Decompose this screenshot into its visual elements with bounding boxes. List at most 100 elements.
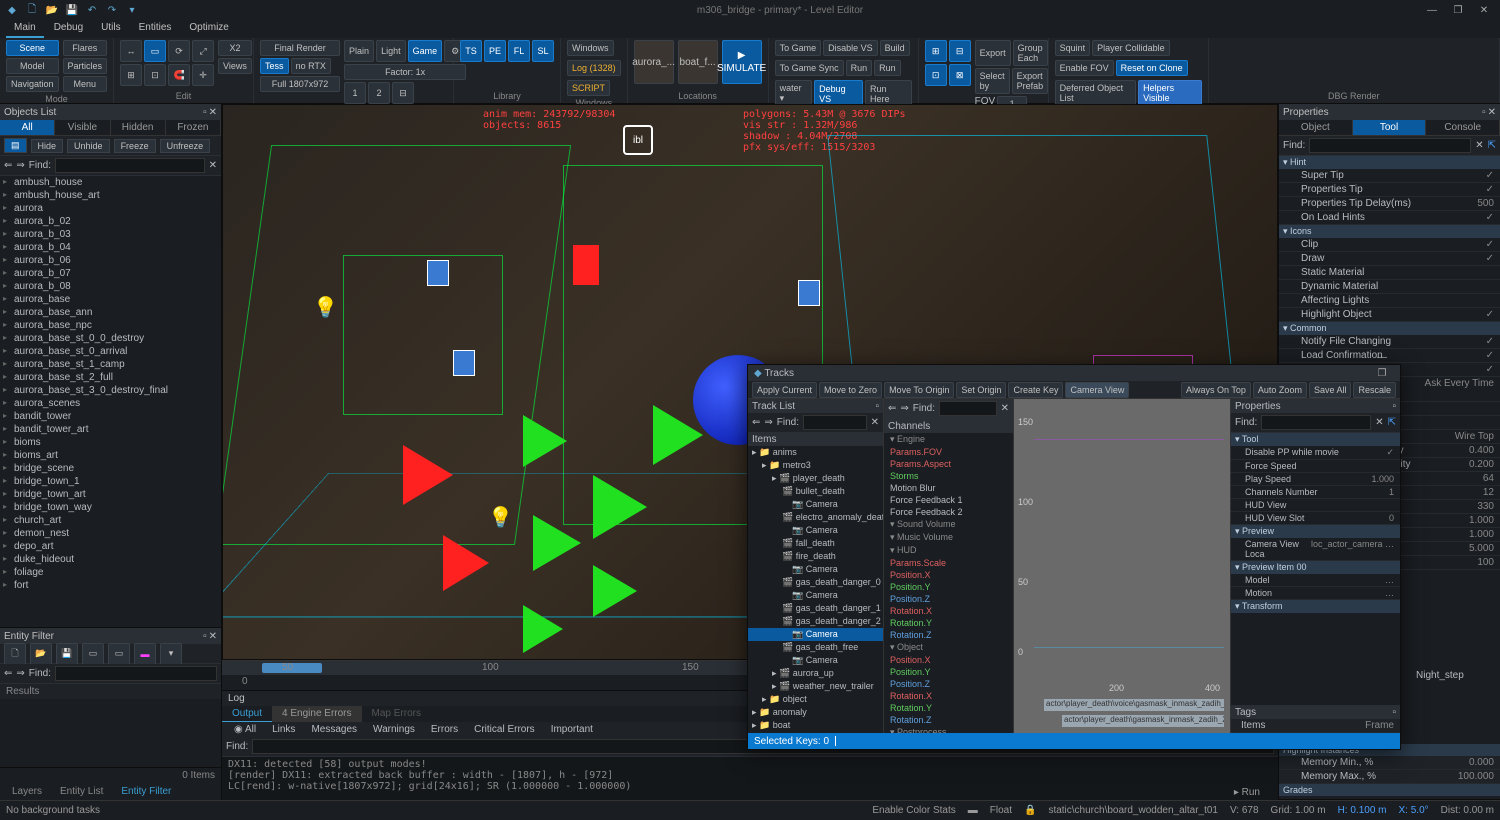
prop-find-input[interactable] (1309, 138, 1471, 153)
tracks-min-icon[interactable]: — (1370, 349, 1394, 365)
track-item[interactable]: 🎬 gas_death_danger_2 (748, 615, 883, 628)
resolution-button[interactable]: Full 1807x972 (260, 76, 340, 92)
channel-item[interactable]: Position.X (884, 569, 1013, 581)
track-item[interactable]: 🎬 gas_death_danger_1 (748, 602, 883, 615)
to-game-button[interactable]: To Game (775, 40, 822, 56)
clear-icon[interactable]: ✕ (1001, 403, 1009, 414)
channel-item[interactable]: ▾ HUD (884, 544, 1013, 557)
tracks-tb-button[interactable]: Save All (1309, 382, 1352, 398)
qat-redo-icon[interactable]: ↷ (104, 2, 120, 18)
tree-item[interactable]: bioms_art (0, 449, 221, 462)
tree-item[interactable]: demon_nest (0, 527, 221, 540)
prev-icon[interactable]: ⇐ (4, 668, 12, 679)
log-filter[interactable]: Critical Errors (468, 724, 541, 735)
tracks-tb-button[interactable]: Always On Top (1181, 382, 1251, 398)
log-filter[interactable]: Errors (425, 724, 464, 735)
objects-find-input[interactable] (55, 158, 205, 173)
light-icon[interactable]: 💡 (313, 295, 338, 320)
prop-row[interactable]: Properties Tip Delay(ms)500 (1279, 197, 1500, 211)
tree-item[interactable]: bridge_town_1 (0, 475, 221, 488)
prop-row[interactable]: Disable PP while movie✓ (1231, 446, 1400, 460)
channel-item[interactable]: ▾ Postprocess (884, 726, 1013, 733)
log-filter[interactable]: Warnings (367, 724, 421, 735)
r2-icon[interactable]: 2 (368, 82, 390, 104)
magnet-icon[interactable]: 🧲 (168, 64, 190, 86)
mode-particles[interactable]: Particles (63, 58, 108, 74)
menu-main[interactable]: Main (6, 20, 44, 38)
simulate-button[interactable]: ▶SIMULATE (722, 40, 762, 84)
ef5-icon[interactable]: ▭ (108, 643, 130, 665)
track-item[interactable]: ▸ 📁 anims (748, 446, 883, 459)
tree-item[interactable]: aurora_base_ann (0, 306, 221, 319)
pin-icon[interactable]: ▫ (1392, 401, 1396, 412)
group-each-button[interactable]: Group Each (1013, 40, 1049, 66)
pin-icon[interactable]: ▫ (1482, 107, 1486, 118)
debug-vs-button[interactable]: Debug VS (814, 80, 863, 107)
qat-dropdown-icon[interactable]: ▾ (124, 2, 140, 18)
track-item[interactable]: 🎬 bullet_death (748, 485, 883, 498)
prop-row[interactable]: Static Material (1279, 266, 1500, 280)
lib-pe-icon[interactable]: PE (484, 40, 506, 62)
tracks-tb-button[interactable]: Create Key (1008, 382, 1063, 398)
bottom-tab[interactable]: Entity Filter (113, 785, 179, 798)
link-icon[interactable]: ⇱ (1488, 140, 1496, 151)
prop-tab-tool[interactable]: Tool (1353, 120, 1427, 135)
tree-item[interactable]: ambush_house_art (0, 189, 221, 202)
channel-item[interactable]: Rotation.X (884, 605, 1013, 617)
mode-scene[interactable]: Scene (6, 40, 59, 56)
prop-row[interactable]: Motion… (1231, 587, 1400, 600)
track-item[interactable]: ▸ 📁 object (748, 693, 883, 706)
audio-clip[interactable]: actor\player_death\voice\gasmask_inmask_… (1044, 699, 1224, 711)
channel-item[interactable]: Storms (884, 470, 1013, 482)
pin-icon[interactable]: ▫ (1392, 707, 1396, 718)
mode-navigation[interactable]: Navigation (6, 76, 59, 92)
tree-item[interactable]: aurora_scenes (0, 397, 221, 410)
next-icon[interactable]: ⇒ (900, 403, 908, 414)
track-item[interactable]: ▸ 🎬 aurora_up (748, 667, 883, 680)
log-filter[interactable]: Messages (305, 724, 363, 735)
unhide-button[interactable]: Unhide (67, 139, 110, 153)
ef6-icon[interactable]: ▬ (134, 643, 156, 665)
channel-item[interactable]: Position.Y (884, 666, 1013, 678)
mode-menu[interactable]: Menu (63, 76, 108, 92)
clear-icon[interactable]: ✕ (871, 417, 879, 428)
tree-item[interactable]: fort (0, 579, 221, 592)
ef-find-input[interactable] (55, 666, 217, 681)
prop-row[interactable]: Camera View Localoc_actor_camera … (1231, 538, 1400, 561)
lib-ts-icon[interactable]: TS (460, 40, 482, 62)
tree-item[interactable]: aurora_b_06 (0, 254, 221, 267)
channel-item[interactable]: Rotation.Y (884, 702, 1013, 714)
tracks-tb-button[interactable]: Camera View (1065, 382, 1129, 398)
tree-item[interactable]: ambush_house (0, 176, 221, 189)
channel-item[interactable]: Position.Y (884, 581, 1013, 593)
deferred-obj-button[interactable]: Deferred Object List (1055, 80, 1137, 106)
rtx-button[interactable]: no RTX (291, 58, 331, 74)
tree-item[interactable]: aurora_base_st_1_camp (0, 358, 221, 371)
prop-row[interactable]: Dynamic Material (1279, 280, 1500, 294)
x2-button[interactable]: X2 (218, 40, 252, 56)
select-icon[interactable]: ▭ (144, 40, 166, 62)
link-icon[interactable]: ⇱ (1388, 417, 1396, 428)
tree-item[interactable]: aurora_base_st_0_0_destroy (0, 332, 221, 345)
track-item[interactable]: ▸ 🎬 player_death (748, 472, 883, 485)
enable-fov-button[interactable]: Enable FOV (1055, 60, 1114, 76)
tracks-tb-button[interactable]: Apply Current (752, 382, 817, 398)
prop-row[interactable]: Force Speed (1231, 460, 1400, 473)
prev-icon[interactable]: ⇐ (752, 417, 760, 428)
log-tab[interactable]: Map Errors (362, 706, 431, 722)
angle-value[interactable]: X: 5.0° (1399, 805, 1429, 816)
next-icon[interactable]: ⇒ (764, 417, 772, 428)
menu-debug[interactable]: Debug (46, 20, 91, 38)
g4-icon[interactable]: ⊠ (949, 64, 971, 86)
pin-icon[interactable]: ▫ (875, 401, 879, 412)
tree-item[interactable]: bridge_town_art (0, 488, 221, 501)
channel-item[interactable]: Params.Aspect (884, 458, 1013, 470)
tree-item[interactable]: aurora_b_04 (0, 241, 221, 254)
close-icon[interactable]: ✕ (1472, 2, 1496, 18)
track-item[interactable]: 📷 Camera (748, 589, 883, 602)
run-link[interactable]: Run (1242, 787, 1260, 798)
ol-tab-all[interactable]: All (0, 120, 55, 135)
log-tab[interactable]: Output (222, 706, 272, 722)
menu-optimize[interactable]: Optimize (181, 20, 236, 38)
script-button[interactable]: SCRIPT (567, 80, 610, 96)
